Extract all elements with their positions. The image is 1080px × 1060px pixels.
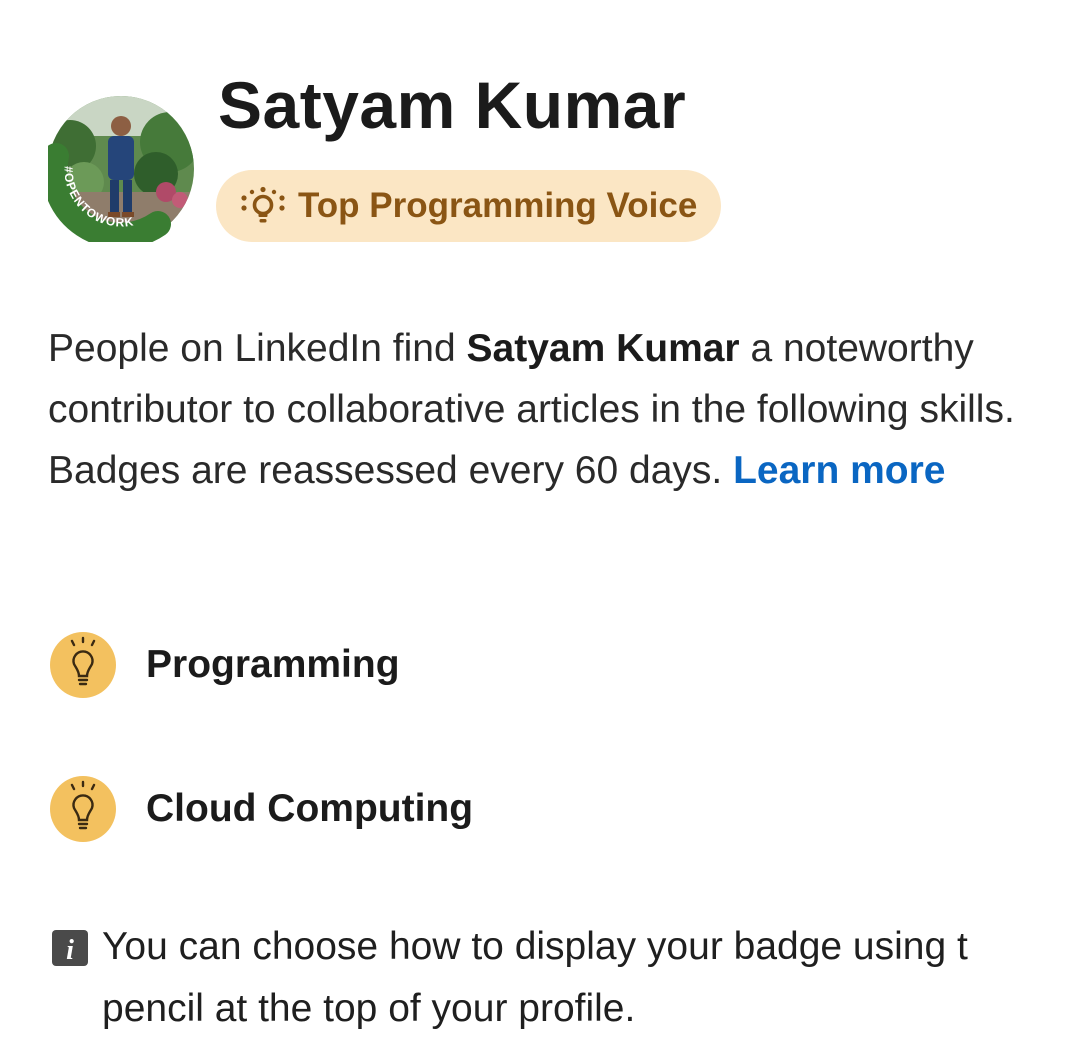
description-prefix: People on LinkedIn find [48,327,467,370]
skill-label: Cloud Computing [146,787,474,830]
info-icon: i [52,930,88,966]
top-voice-label: Top Programming Voice [298,186,698,225]
lightbulb-badge-icon [50,776,116,842]
badge-description: People on LinkedIn find Satyam Kumar a n… [48,318,1038,501]
learn-more-link[interactable]: Learn more [733,449,945,492]
top-voice-badge: Top Programming Voice [216,170,722,242]
info-text: You can choose how to display your badge… [102,925,968,1030]
skill-label: Programming [146,643,400,686]
skill-item-cloud-computing: Cloud Computing [50,776,473,842]
svg-text:i: i [66,935,74,966]
profile-name: Satyam Kumar [218,68,687,142]
description-name: Satyam Kumar [466,327,740,370]
skill-item-programming: Programming [50,632,400,698]
lightbulb-rays-icon [240,186,286,226]
badge-display-info: i You can choose how to display your bad… [52,916,1080,1040]
profile-avatar[interactable]: #OPENTOWORK [48,96,194,242]
lightbulb-badge-icon [50,632,116,698]
